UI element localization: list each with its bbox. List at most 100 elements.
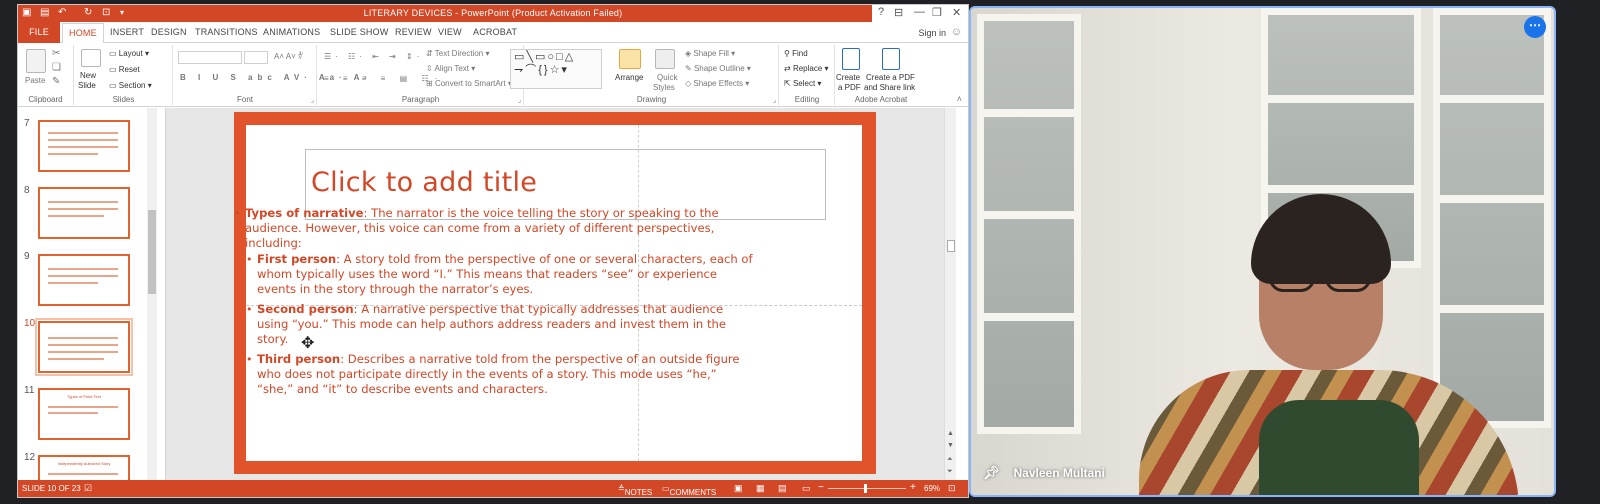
text-direction-label: Text Direction [434, 49, 484, 58]
close-icon[interactable]: ✕ [952, 6, 961, 19]
clipboard-group-label: Clipboard [28, 95, 63, 104]
quick-styles-button[interactable]: Quick [657, 73, 677, 82]
participant-name: Navleen Multani [1013, 466, 1105, 480]
slides-group: New Slide ▭ Layout ▾ ▭ Reset ▭ Section ▾… [75, 45, 173, 105]
bullet-third-person: Third person: Describes a narrative told… [234, 352, 754, 397]
arrange-button[interactable]: Arrange [615, 73, 643, 82]
tab-slide-show[interactable]: SLIDE SHOW [330, 27, 389, 37]
tab-view[interactable]: VIEW [438, 27, 462, 37]
paragraph-dialog-launcher-icon[interactable]: ⌟ [518, 96, 521, 104]
tab-transitions[interactable]: TRANSITIONS [195, 27, 258, 37]
title-placeholder-text: Click to add title [311, 167, 538, 198]
spell-check-icon[interactable]: ☑ [84, 483, 92, 494]
create-pdf-icon[interactable] [842, 48, 860, 70]
comments-button[interactable]: ▭ COMMENTS [662, 484, 716, 497]
help-button[interactable]: ? [878, 6, 884, 18]
create-share-pdf-icon[interactable] [882, 48, 900, 70]
slide-thumbnail-10[interactable] [35, 318, 133, 376]
select-button[interactable]: ⇱ Select ▾ [784, 79, 821, 88]
restore-icon[interactable]: ❐ [932, 6, 942, 19]
zoom-in-icon[interactable]: + [910, 482, 916, 493]
format-painter-icon[interactable]: ✎ [52, 76, 60, 87]
zoom-slider[interactable] [828, 488, 906, 489]
replace-button[interactable]: ⇄ Replace ▾ [784, 64, 829, 73]
slide-sorter-icon[interactable]: ▦ [756, 483, 765, 494]
normal-view-icon[interactable]: ▣ [734, 483, 743, 494]
slide-scroll-thumb[interactable] [947, 240, 955, 252]
reading-view-icon[interactable]: ▤ [778, 483, 787, 494]
slideshow-view-icon[interactable]: ▭ [802, 483, 811, 494]
collapse-ribbon-icon[interactable]: ˄ [957, 94, 962, 104]
tab-animations[interactable]: ANIMATIONS [263, 27, 320, 37]
thumb-number-selected: 10 [24, 318, 36, 329]
more-options-icon: ⋯ [1529, 18, 1541, 32]
font-size-grow-icon[interactable]: A˄ A˅ ∜ [274, 52, 303, 61]
create-pdf-button-line2[interactable]: a PDF [838, 83, 861, 92]
cut-icon[interactable]: ✂ [52, 48, 60, 59]
slide-thumbnail-7[interactable] [38, 120, 130, 172]
create-pdf-button[interactable]: Create [836, 73, 860, 82]
quick-styles-button-line2[interactable]: Styles [653, 83, 675, 92]
ribbon-display-icon[interactable]: ⊟ [894, 6, 903, 19]
previous-slide-icon[interactable]: ⏶ [947, 456, 953, 464]
text-direction-button[interactable]: ⇵ Text Direction ▾ [426, 49, 490, 58]
sign-in-link[interactable]: Sign in [918, 28, 946, 38]
notes-button[interactable]: ≙ NOTES [618, 484, 652, 497]
thumbnails-scrollbar[interactable] [147, 108, 157, 482]
reset-button[interactable]: ▭ Reset [109, 65, 140, 74]
title-bar: ▣ ▤ ↶ ↻ ⊡ ▾ LITERARY DEVICES - PowerPoin… [18, 5, 968, 22]
drawing-dialog-launcher-icon[interactable]: ⌟ [773, 96, 776, 104]
scroll-up-icon[interactable]: ▲ [947, 430, 954, 437]
slide-thumbnail-8[interactable] [38, 187, 130, 239]
slide-scrollbar[interactable]: ▲ ▼ ⏶ ⏷ [944, 108, 956, 482]
new-slide-button-line2[interactable]: Slide [78, 81, 96, 90]
tab-review[interactable]: REVIEW [395, 27, 432, 37]
new-slide-icon[interactable] [81, 49, 101, 67]
participant-video-tile[interactable]: ⋯ 📌︎ Navleen Multani [969, 6, 1556, 497]
align-text-button[interactable]: ⇳ Align Text ▾ [426, 64, 475, 73]
fit-slide-icon[interactable]: ⊡ [948, 483, 956, 494]
section-button[interactable]: ▭ Section ▾ [109, 81, 152, 90]
thumbnails-scroll-thumb[interactable] [148, 210, 156, 294]
paste-button[interactable]: Paste [25, 76, 45, 85]
list-buttons[interactable]: ☰· ☷· ⇤ ⇥ ⇕· [324, 52, 423, 61]
paragraph-group: ☰· ☷· ⇤ ⇥ ⇕· ≡ ≡ ≡ ≡ ▤ ☷· ⇵ Text Directi… [318, 45, 524, 105]
shape-effects-label: Shape Effects [693, 79, 744, 88]
zoom-out-icon[interactable]: − [818, 482, 824, 493]
slide-body-text[interactable]: Types of narrative: The narrator is the … [234, 206, 754, 397]
tab-insert[interactable]: INSERT [110, 27, 144, 37]
paste-icon[interactable] [26, 49, 46, 73]
font-size-dropdown[interactable] [244, 51, 268, 64]
tab-file[interactable]: FILE [18, 22, 60, 43]
copy-icon[interactable]: ❏ [52, 62, 61, 73]
font-name-dropdown[interactable] [178, 51, 242, 64]
shapes-gallery[interactable]: ▭╲▭○□△ ⇁⌒{}☆▾ [510, 49, 602, 89]
find-button[interactable]: ⚲ Find [784, 49, 808, 58]
slide-thumbnail-9[interactable] [38, 254, 130, 306]
create-share-button[interactable]: Create a PDF [866, 73, 915, 82]
more-options-button[interactable]: ⋯ [1524, 16, 1546, 38]
tab-design[interactable]: DESIGN [151, 27, 187, 37]
zoom-slider-thumb[interactable] [864, 484, 867, 493]
arrange-icon[interactable] [619, 49, 641, 69]
quick-styles-icon[interactable] [655, 49, 675, 69]
font-dialog-launcher-icon[interactable]: ⌟ [311, 96, 314, 104]
convert-smartart-button[interactable]: ⊞ Convert to SmartArt ▾ [426, 79, 512, 88]
account-icon[interactable]: ☺ [951, 26, 962, 38]
slide-counter: SLIDE 10 OF 23 [22, 484, 81, 493]
tab-acrobat[interactable]: ACROBAT [473, 27, 517, 37]
shape-effects-button[interactable]: ◇ Shape Effects ▾ [685, 79, 749, 88]
next-slide-icon[interactable]: ⏷ [947, 468, 953, 476]
pin-icon[interactable]: 📌︎ [983, 465, 1000, 481]
create-share-button-line2[interactable]: and Share link [864, 83, 915, 92]
tab-home[interactable]: HOME [62, 23, 104, 44]
shape-fill-button[interactable]: ◈ Shape Fill ▾ [685, 49, 735, 58]
slide-thumbnail-11[interactable]: Types of Point Text [38, 388, 130, 440]
new-slide-button[interactable]: New [80, 71, 96, 80]
acrobat-group: Create a PDF Create a PDF and Share link… [836, 45, 926, 105]
shape-outline-button[interactable]: ✎ Shape Outline ▾ [685, 64, 751, 73]
minimize-icon[interactable]: — [914, 6, 925, 18]
zoom-level[interactable]: 69% [924, 484, 940, 493]
scroll-down-icon[interactable]: ▼ [947, 442, 954, 449]
layout-button[interactable]: ▭ Layout ▾ [109, 49, 149, 58]
